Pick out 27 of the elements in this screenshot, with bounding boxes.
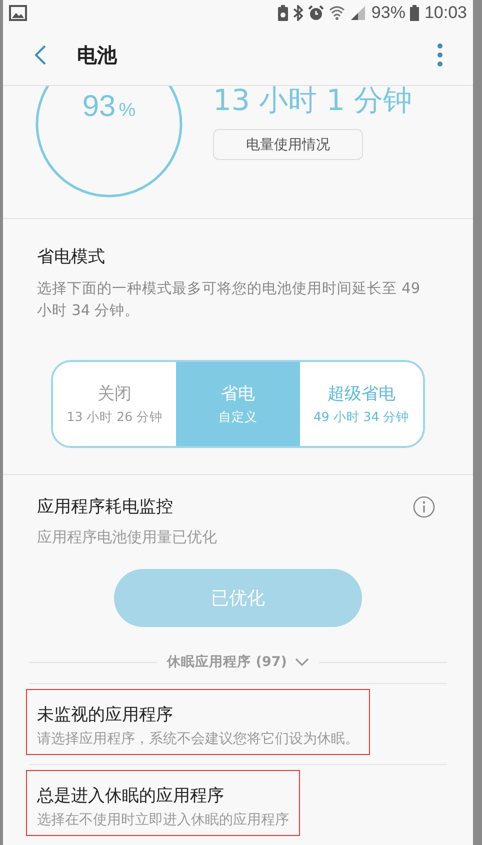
section-description: 选择下面的一种模式最多可将您的电池使用时间延长至 49 小时 34 分钟。 bbox=[37, 280, 422, 321]
battery-level: 93% bbox=[81, 90, 137, 124]
info-icon[interactable] bbox=[413, 496, 435, 518]
alarm-icon bbox=[308, 4, 324, 21]
mode-option[interactable]: 超级省电 49 小时 34 分钟 bbox=[300, 362, 423, 446]
screen-title: 电池 bbox=[77, 42, 118, 69]
sleeping-apps-toggle[interactable]: 休眠应用程序 (97) bbox=[167, 653, 309, 671]
back-button[interactable] bbox=[33, 44, 47, 66]
chevron-icon bbox=[294, 658, 309, 666]
battery-saver-icon bbox=[278, 4, 288, 21]
section-title: 省电模式 bbox=[37, 246, 106, 268]
gallery-icon bbox=[9, 4, 27, 21]
bluetooth-icon bbox=[293, 4, 304, 21]
clock-time: 10:03 bbox=[424, 2, 467, 23]
mode-option[interactable]: 省电 自定义 bbox=[176, 362, 300, 446]
section-title: 应用程序耗电监控 bbox=[37, 496, 173, 518]
more-options-button[interactable] bbox=[437, 43, 443, 68]
mode-option[interactable]: 关闭 13 小时 26 分钟 bbox=[53, 362, 176, 446]
list-item[interactable]: 未监视的应用程序 请选择应用程序，系统不会建议您将它们设为休眠。 bbox=[26, 689, 370, 755]
wifi-icon bbox=[329, 4, 346, 21]
usage-button[interactable]: 电量使用情况 bbox=[213, 129, 363, 160]
battery-icon bbox=[410, 4, 420, 21]
section-subtitle: 应用程序电池使用量已优化 bbox=[37, 528, 218, 547]
remaining-time: 13 小时 1 分钟 bbox=[213, 86, 412, 118]
battery-percent: 93% bbox=[371, 2, 406, 23]
signal-icon bbox=[350, 4, 366, 21]
list-item[interactable]: 总是进入休眠的应用程序 选择在不使用时立即进入休眠的应用程序 bbox=[26, 770, 300, 836]
